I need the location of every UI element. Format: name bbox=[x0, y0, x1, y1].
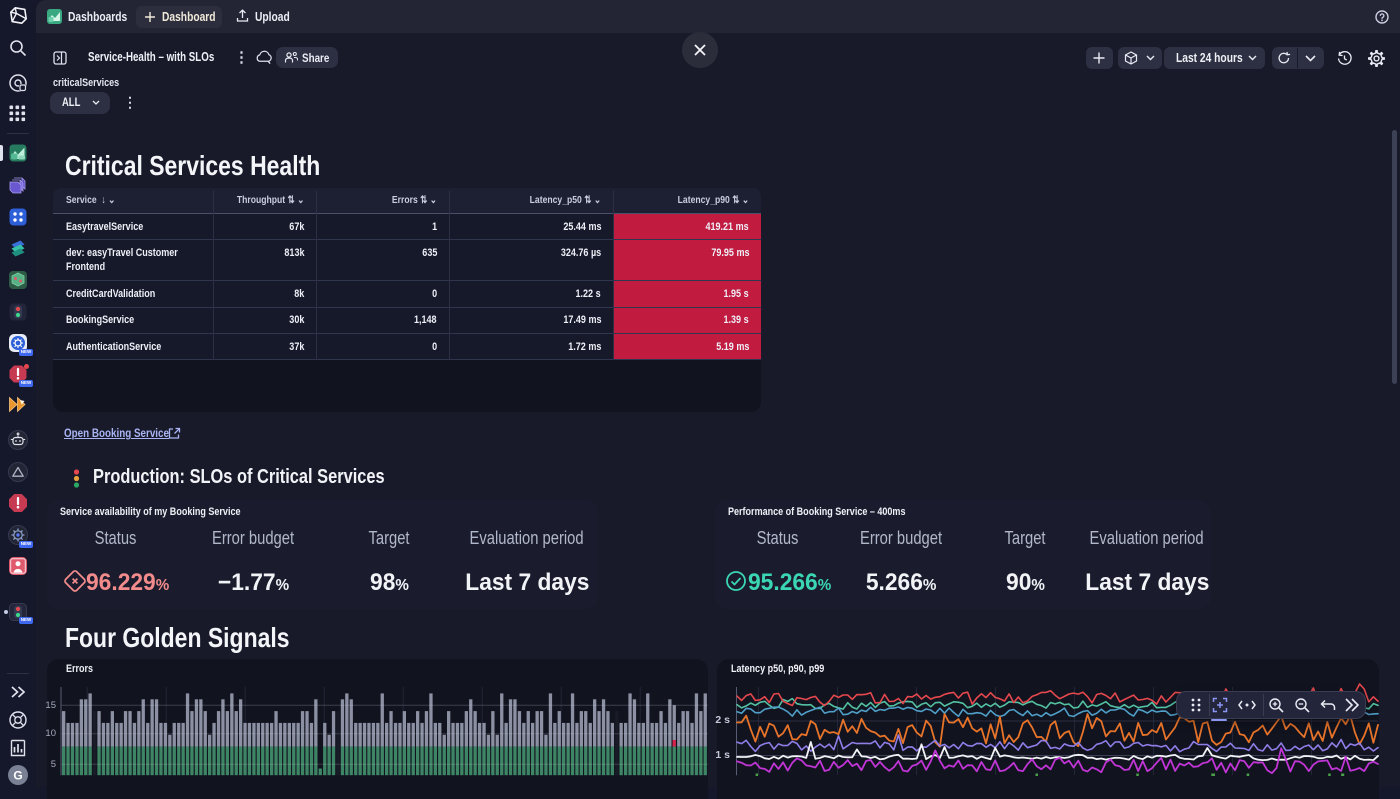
svg-text:G: G bbox=[13, 769, 22, 783]
